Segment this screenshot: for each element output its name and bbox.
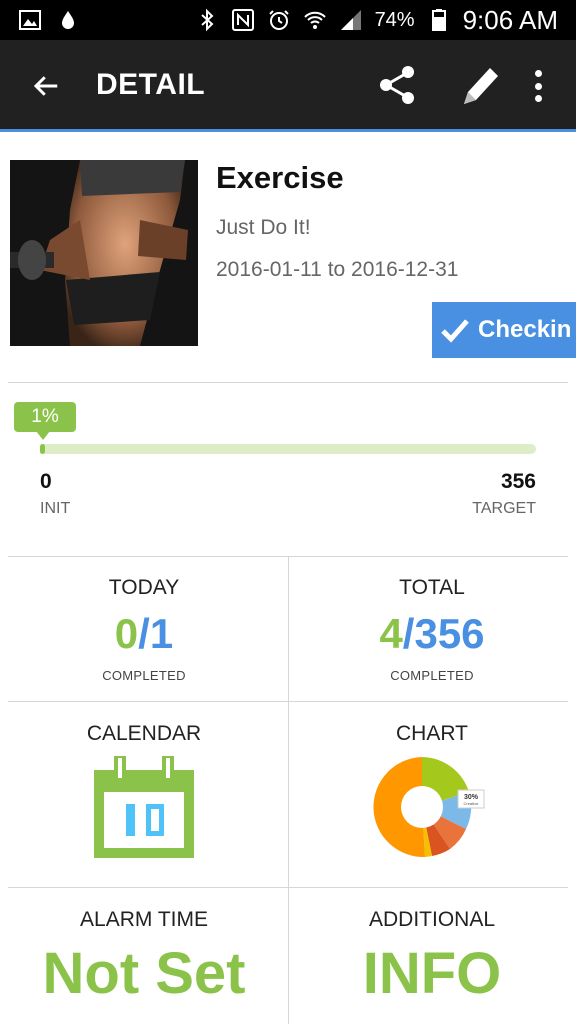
calendar-icon xyxy=(94,756,194,858)
today-caption: COMPLETED xyxy=(102,668,186,683)
back-button[interactable] xyxy=(26,66,66,106)
alarm-icon xyxy=(268,10,289,30)
grid-divider xyxy=(288,556,289,1024)
total-label: TOTAL xyxy=(399,576,465,599)
page-title: DETAIL xyxy=(96,68,206,101)
alarm-card[interactable]: ALARM TIME Not Set xyxy=(4,908,284,1007)
clock: 9:06 AM xyxy=(462,4,558,35)
divider xyxy=(8,701,568,702)
pie-chart-icon: 30% Creative xyxy=(373,757,485,858)
today-card[interactable]: TODAY 0/1 COMPLETED xyxy=(4,576,284,683)
calendar-label: CALENDAR xyxy=(86,722,202,745)
goal-date-range: 2016-01-11 to 2016-12-31 xyxy=(216,258,459,281)
chart-tooltip-pct: 30% xyxy=(464,794,479,801)
additional-value: INFO xyxy=(362,941,502,1006)
additional-label: ADDITIONAL xyxy=(368,908,496,931)
goal-slogan: Just Do It! xyxy=(216,216,311,239)
total-done: 4 xyxy=(379,610,403,657)
more-options-button[interactable] xyxy=(524,64,552,108)
edit-button[interactable] xyxy=(456,60,504,110)
goal-photo xyxy=(10,160,198,346)
checkmark-icon xyxy=(441,319,469,343)
calendar-card[interactable]: CALENDAR xyxy=(4,722,284,872)
today-total: /1 xyxy=(138,610,174,657)
total-card[interactable]: TOTAL 4/356 COMPLETED xyxy=(292,576,572,683)
total-target: /356 xyxy=(402,610,485,657)
today-count: 0/1 xyxy=(4,610,284,658)
app-bar: DETAIL xyxy=(0,40,576,132)
bluetooth-icon xyxy=(200,8,214,32)
share-button[interactable] xyxy=(374,62,420,108)
today-label: TODAY xyxy=(108,576,180,599)
init-value: 0 xyxy=(40,470,52,493)
divider xyxy=(8,887,568,888)
pencil-icon xyxy=(464,68,498,104)
checkin-label: Checkin xyxy=(478,316,572,343)
total-count: 4/356 xyxy=(292,610,572,658)
battery-icon xyxy=(431,9,446,31)
total-caption: COMPLETED xyxy=(390,668,474,683)
target-value: 356 xyxy=(500,470,536,493)
chart-tooltip-label: Creative xyxy=(464,801,480,806)
chart-card[interactable]: CHART 30% Creative xyxy=(292,722,572,872)
progress-percent-badge: 1% xyxy=(14,402,76,440)
progress-bar xyxy=(40,444,536,454)
water-drop-icon xyxy=(62,11,74,29)
gallery-icon xyxy=(19,10,41,30)
chart-label: CHART xyxy=(396,722,468,745)
progress-fill xyxy=(40,444,46,454)
today-done: 0 xyxy=(114,610,139,657)
nfc-icon xyxy=(231,9,254,31)
more-vert-icon xyxy=(534,70,542,77)
divider xyxy=(8,382,568,383)
additional-card[interactable]: ADDITIONAL INFO xyxy=(292,908,572,1007)
checkin-button[interactable]: Checkin xyxy=(432,302,576,358)
target-label: TARGET xyxy=(472,500,536,517)
battery-percent: 74% xyxy=(374,8,415,31)
goal-title: Exercise xyxy=(216,160,344,195)
share-icon xyxy=(380,66,414,104)
init-label: INIT xyxy=(40,500,71,517)
alarm-label: ALARM TIME xyxy=(80,908,208,931)
status-bar: 74% 9:06 AM xyxy=(0,0,576,40)
arrow-back-icon xyxy=(33,76,58,96)
alarm-value: Not Set xyxy=(42,941,246,1006)
signal-icon xyxy=(340,10,361,30)
wifi-icon xyxy=(303,11,326,29)
